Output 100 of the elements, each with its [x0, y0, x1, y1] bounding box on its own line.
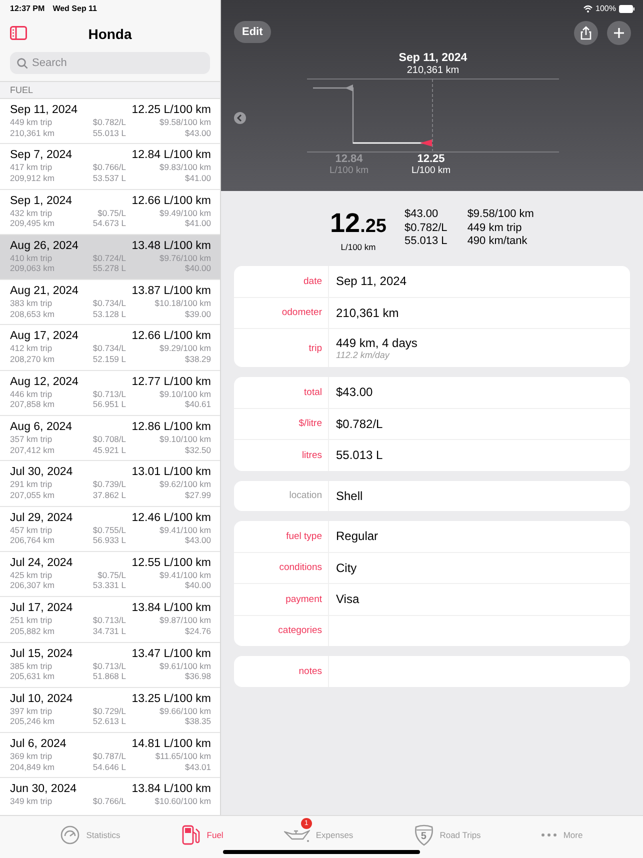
entry-trip: 446 km trip — [10, 388, 54, 400]
chart-unit: L/100 km — [410, 165, 452, 177]
entry-price: $0.729/L — [92, 706, 126, 716]
entry-consumption: 13.25 L/100 km — [132, 692, 211, 706]
field-value[interactable]: City — [336, 560, 357, 575]
entry-total: $36.98 — [184, 671, 211, 682]
entry-volume: 54.646 L — [92, 762, 126, 772]
entry-volume: 37.862 L — [92, 490, 126, 500]
entry-date: Aug 17, 2024 — [10, 329, 78, 344]
battery-icon — [619, 4, 635, 12]
field-label: categories — [278, 625, 322, 636]
entry-cost-per-distance: $9.66/100 km — [158, 706, 211, 716]
entry-volume: 55.278 L — [92, 263, 126, 274]
entry-volume: 56.951 L — [92, 399, 126, 410]
fuel-entry-row[interactable]: Jul 29, 2024 12.46 L/100 km 457 km trip $0.755/L $9.41/100 km 206,764 km 56.933 L $43.00 — [0, 506, 220, 552]
field-value[interactable]: Visa — [336, 592, 360, 606]
entry-odometer: 205,631 km — [10, 671, 56, 682]
entry-price: $0.708/L — [92, 434, 126, 445]
section-header: FUEL — [10, 85, 34, 95]
field-value[interactable]: Regular — [336, 529, 378, 544]
entry-price: $0.782/L — [92, 117, 126, 128]
entry-date: Jul 24, 2024 — [10, 556, 73, 570]
field-value[interactable]: $43.00 — [336, 385, 373, 400]
chart-date: Sep 11, 2024 — [398, 52, 468, 65]
summary-stat: 55.013 L — [404, 235, 448, 248]
share-button[interactable] — [574, 21, 598, 45]
field-value[interactable]: 210,361 km — [336, 306, 399, 320]
search-field[interactable]: Search — [10, 52, 210, 74]
entry-total: $39.00 — [184, 308, 211, 320]
entry-trip: 425 km trip — [10, 570, 54, 580]
field-note: 112.2 km/day — [336, 350, 391, 360]
status-time: 12:37 PM — [10, 4, 45, 13]
entry-trip: 385 km trip — [10, 660, 54, 672]
entry-cost-per-distance: $11.65/100 km — [154, 751, 211, 762]
entry-volume: 53.128 L — [92, 308, 126, 320]
entry-trip: 251 km trip — [10, 615, 54, 626]
entry-cost-per-distance: $9.83/100 km — [158, 162, 211, 173]
entry-price: $0.724/L — [92, 252, 126, 264]
entry-consumption: 13.87 L/100 km — [132, 284, 211, 298]
entry-price: $0.713/L — [92, 388, 126, 400]
entry-date: Aug 26, 2024 — [10, 238, 78, 253]
entry-total: $24.76 — [184, 626, 211, 636]
entry-price: $0.713/L — [92, 615, 126, 626]
entry-volume: 34.731 L — [92, 626, 126, 636]
entry-consumption: 12.84 L/100 km — [132, 148, 211, 162]
sidebar-toggle-icon[interactable] — [10, 26, 27, 40]
field-label: payment — [286, 594, 322, 605]
entry-price: $0.787/L — [92, 751, 126, 762]
fuel-entry-row[interactable]: Jul 15, 2024 13.47 L/100 km 385 km trip $0.713/L $9.61/100 km 205,631 km 51.868 L $36.98 — [0, 642, 220, 688]
entry-cost-per-distance: $9.49/100 km — [158, 208, 211, 218]
entry-consumption: 13.47 L/100 km — [132, 646, 211, 661]
entry-trip: 291 km trip — [10, 479, 54, 490]
entry-date: Jul 29, 2024 — [10, 510, 73, 525]
field-value[interactable]: Shell — [336, 488, 363, 503]
field-value[interactable]: $0.782/L — [336, 416, 383, 431]
entry-date: Sep 11, 2024 — [10, 103, 78, 117]
entry-total: $41.00 — [184, 218, 211, 229]
entry-cost-per-distance: $9.10/100 km — [158, 434, 211, 445]
entry-date: Aug 12, 2024 — [10, 374, 78, 389]
entry-total: $40.00 — [184, 263, 211, 274]
field-label: location — [289, 490, 322, 502]
entry-odometer: 204,849 km — [10, 762, 56, 772]
add-button[interactable] — [607, 21, 631, 45]
plus-icon — [613, 27, 625, 39]
entry-consumption: 12.77 L/100 km — [132, 374, 211, 389]
entry-trip: 349 km trip — [10, 796, 54, 807]
entry-date: Aug 21, 2024 — [10, 284, 78, 298]
field-value[interactable]: 449 km, 4 days — [336, 336, 418, 350]
tab-bar-item[interactable]: Fuel — [180, 818, 224, 852]
search-icon — [17, 58, 28, 68]
entry-trip: 432 km trip — [10, 208, 54, 218]
field-label: conditions — [279, 562, 322, 574]
entry-price: $0.734/L — [92, 298, 126, 309]
entry-odometer: 206,764 km — [10, 535, 56, 546]
entry-consumption: 12.25 L/100 km — [132, 103, 211, 117]
entry-volume: 45.921 L — [92, 444, 126, 456]
entry-total: $38.35 — [184, 716, 211, 727]
field-value[interactable]: Sep 11, 2024 — [336, 274, 407, 288]
entry-cost-per-distance: $9.10/100 km — [158, 388, 211, 400]
entry-consumption: 13.84 L/100 km — [132, 782, 211, 796]
entry-date: Jul 6, 2024 — [10, 737, 66, 752]
entry-odometer: 206,307 km — [10, 580, 56, 591]
entry-consumption: 12.86 L/100 km — [132, 420, 211, 434]
field-value[interactable]: 55.013 L — [336, 448, 383, 462]
chart-unit: L/100 km — [328, 165, 370, 177]
entry-date: Jul 17, 2024 — [10, 601, 73, 616]
entry-date: Jul 30, 2024 — [10, 465, 73, 480]
entry-volume: 51.868 L — [92, 671, 126, 682]
entry-date: Jul 10, 2024 — [10, 692, 73, 706]
entry-trip: 417 km trip — [10, 162, 54, 173]
entry-volume: 52.613 L — [92, 716, 126, 727]
edit-button[interactable]: Edit — [234, 21, 271, 43]
entry-cost-per-distance: $9.58/100 km — [158, 117, 211, 128]
entry-trip: 457 km trip — [10, 524, 54, 536]
entry-volume: 54.673 L — [92, 218, 126, 229]
entry-odometer: 207,412 km — [10, 444, 56, 456]
fuel-entry-row[interactable]: Aug 26, 2024 13.48 L/100 km 410 km trip $0.724/L $9.76/100 km 209,063 km 55.278 L $40.00 — [0, 234, 220, 280]
fuel-entry-row[interactable]: Sep 1, 2024 12.66 L/100 km 432 km trip $0.75/L $9.49/100 km 209,495 km 54.673 L $41.00 — [0, 190, 220, 235]
entry-odometer: 209,495 km — [10, 218, 56, 229]
entry-odometer: 205,882 km — [10, 626, 56, 636]
